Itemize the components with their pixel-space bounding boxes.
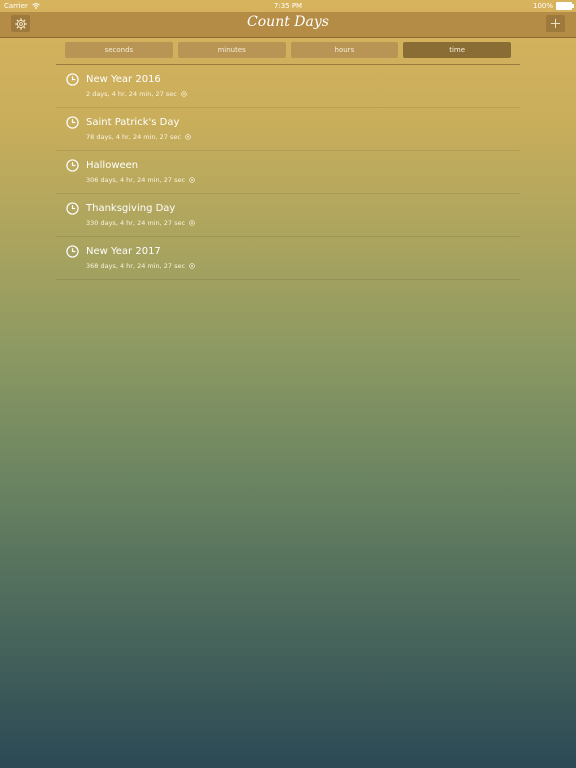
event-title: Saint Patrick's Day [86, 117, 180, 128]
event-title: New Year 2016 [86, 74, 161, 85]
event-title: New Year 2017 [86, 246, 161, 257]
event-title: Thanksgiving Day [86, 203, 176, 214]
event-countdown: 78 days, 4 hr, 24 min, 27 sec [86, 133, 191, 141]
list-item[interactable]: Thanksgiving Day 330 days, 4 hr, 24 min,… [56, 194, 520, 237]
battery-percent: 100% [532, 2, 553, 10]
event-title: Halloween [86, 160, 139, 171]
clock-icon [66, 73, 79, 86]
list-item[interactable]: New Year 2017 368 days, 4 hr, 24 min, 27… [56, 237, 520, 280]
list-item[interactable]: New Year 2016 2 days, 4 hr, 24 min, 27 s… [56, 65, 520, 108]
segment-minutes[interactable]: minutes [177, 42, 286, 58]
countdown-text: 2 days, 4 hr, 24 min, 27 sec [86, 90, 177, 98]
event-countdown: 368 days, 4 hr, 24 min, 27 sec [86, 262, 195, 270]
countdown-text: 368 days, 4 hr, 24 min, 27 sec [86, 262, 186, 270]
time-unit-segmented-control: seconds minutes hours time [65, 42, 511, 58]
clock-icon [66, 202, 79, 215]
clock-icon [66, 159, 79, 172]
status-bar: Carrier 7:35 PM 100% [0, 0, 576, 12]
event-countdown: 306 days, 4 hr, 24 min, 27 sec [86, 176, 195, 184]
segment-hours[interactable]: hours [290, 42, 399, 58]
add-event-button[interactable] [546, 15, 565, 32]
timer-icon [189, 177, 195, 183]
navigation-bar: Count Days [0, 12, 576, 38]
countdown-text: 330 days, 4 hr, 24 min, 27 sec [86, 219, 186, 227]
timer-icon [189, 263, 195, 269]
list-item[interactable]: Saint Patrick's Day 78 days, 4 hr, 24 mi… [56, 108, 520, 151]
clock-icon [66, 116, 79, 129]
timer-icon [181, 91, 187, 97]
timer-icon [189, 220, 195, 226]
clock-icon [66, 245, 79, 258]
countdown-text: 306 days, 4 hr, 24 min, 27 sec [86, 176, 186, 184]
battery-indicator: 100% [532, 2, 574, 10]
battery-icon [556, 2, 574, 10]
countdown-text: 78 days, 4 hr, 24 min, 27 sec [86, 133, 181, 141]
event-countdown: 2 days, 4 hr, 24 min, 27 sec [86, 90, 187, 98]
plus-icon [550, 18, 561, 29]
clock-time: 7:35 PM [273, 2, 303, 10]
list-item[interactable]: Halloween 306 days, 4 hr, 24 min, 27 sec [56, 151, 520, 194]
segment-seconds[interactable]: seconds [65, 42, 173, 58]
segment-time[interactable]: time [403, 42, 511, 58]
event-countdown: 330 days, 4 hr, 24 min, 27 sec [86, 219, 195, 227]
timer-icon [185, 134, 191, 140]
event-list: New Year 2016 2 days, 4 hr, 24 min, 27 s… [56, 65, 520, 280]
app-title: Count Days [247, 14, 329, 30]
